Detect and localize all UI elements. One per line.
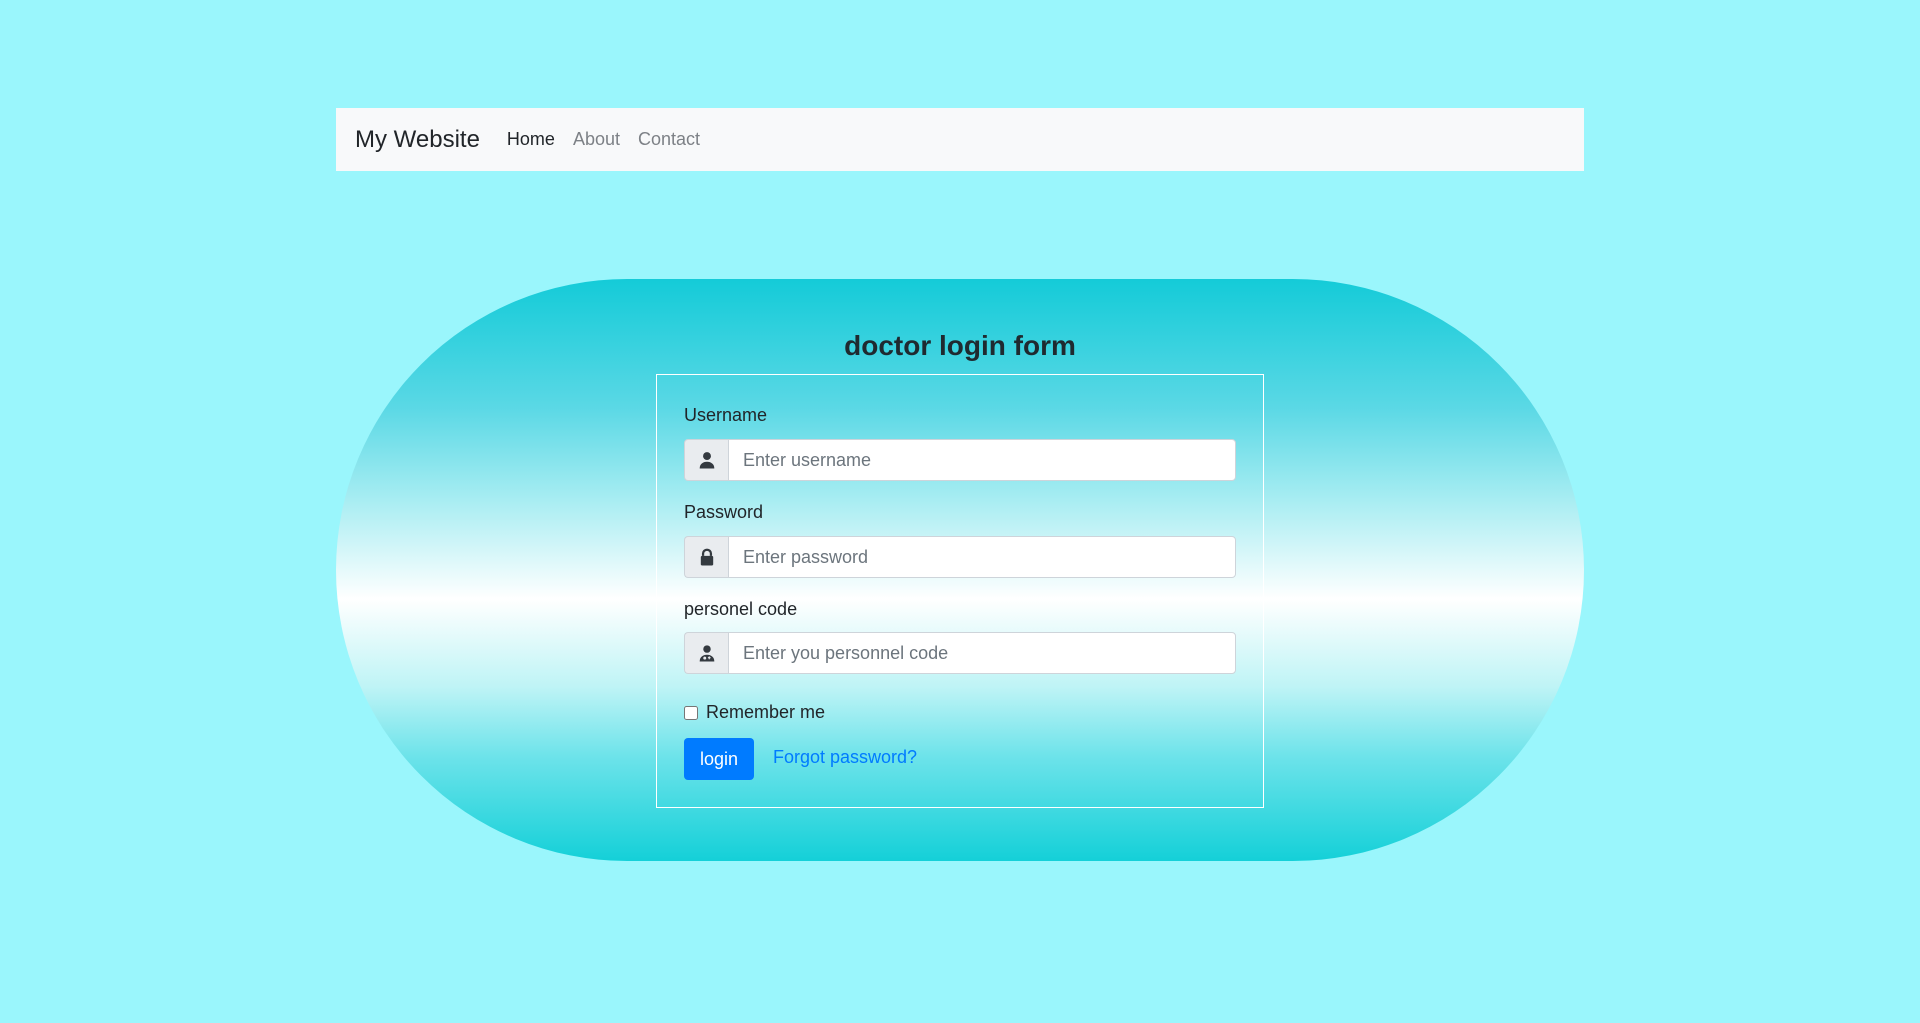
username-input[interactable] [728, 439, 1236, 481]
personnel-code-input[interactable] [728, 632, 1236, 674]
form-title: doctor login form [844, 330, 1076, 361]
navbar-brand[interactable]: My Website [355, 126, 480, 154]
lock-icon [684, 536, 728, 578]
top-navbar: My Website Home About Contact [336, 108, 1584, 171]
login-form: Username Password personel code Remember… [656, 374, 1264, 808]
forgot-password-link[interactable]: Forgot password? [773, 747, 917, 768]
nav-link-home[interactable]: Home [507, 129, 555, 150]
password-label: Password [684, 502, 764, 522]
nav-link-about[interactable]: About [573, 129, 620, 150]
username-label: Username [684, 405, 768, 425]
password-input[interactable] [728, 536, 1236, 578]
login-button[interactable]: login [684, 738, 754, 780]
personnel-code-label: personel code [684, 599, 798, 619]
user-doctor-icon [684, 632, 728, 674]
personnel-code-input-group [684, 632, 1236, 674]
nav-link-contact[interactable]: Contact [638, 129, 700, 150]
username-input-group [684, 439, 1236, 481]
remember-me[interactable]: Remember me [684, 702, 825, 723]
remember-me-label: Remember me [706, 702, 826, 722]
user-icon [684, 439, 728, 481]
remember-me-checkbox[interactable] [684, 705, 698, 720]
password-input-group [684, 536, 1236, 578]
